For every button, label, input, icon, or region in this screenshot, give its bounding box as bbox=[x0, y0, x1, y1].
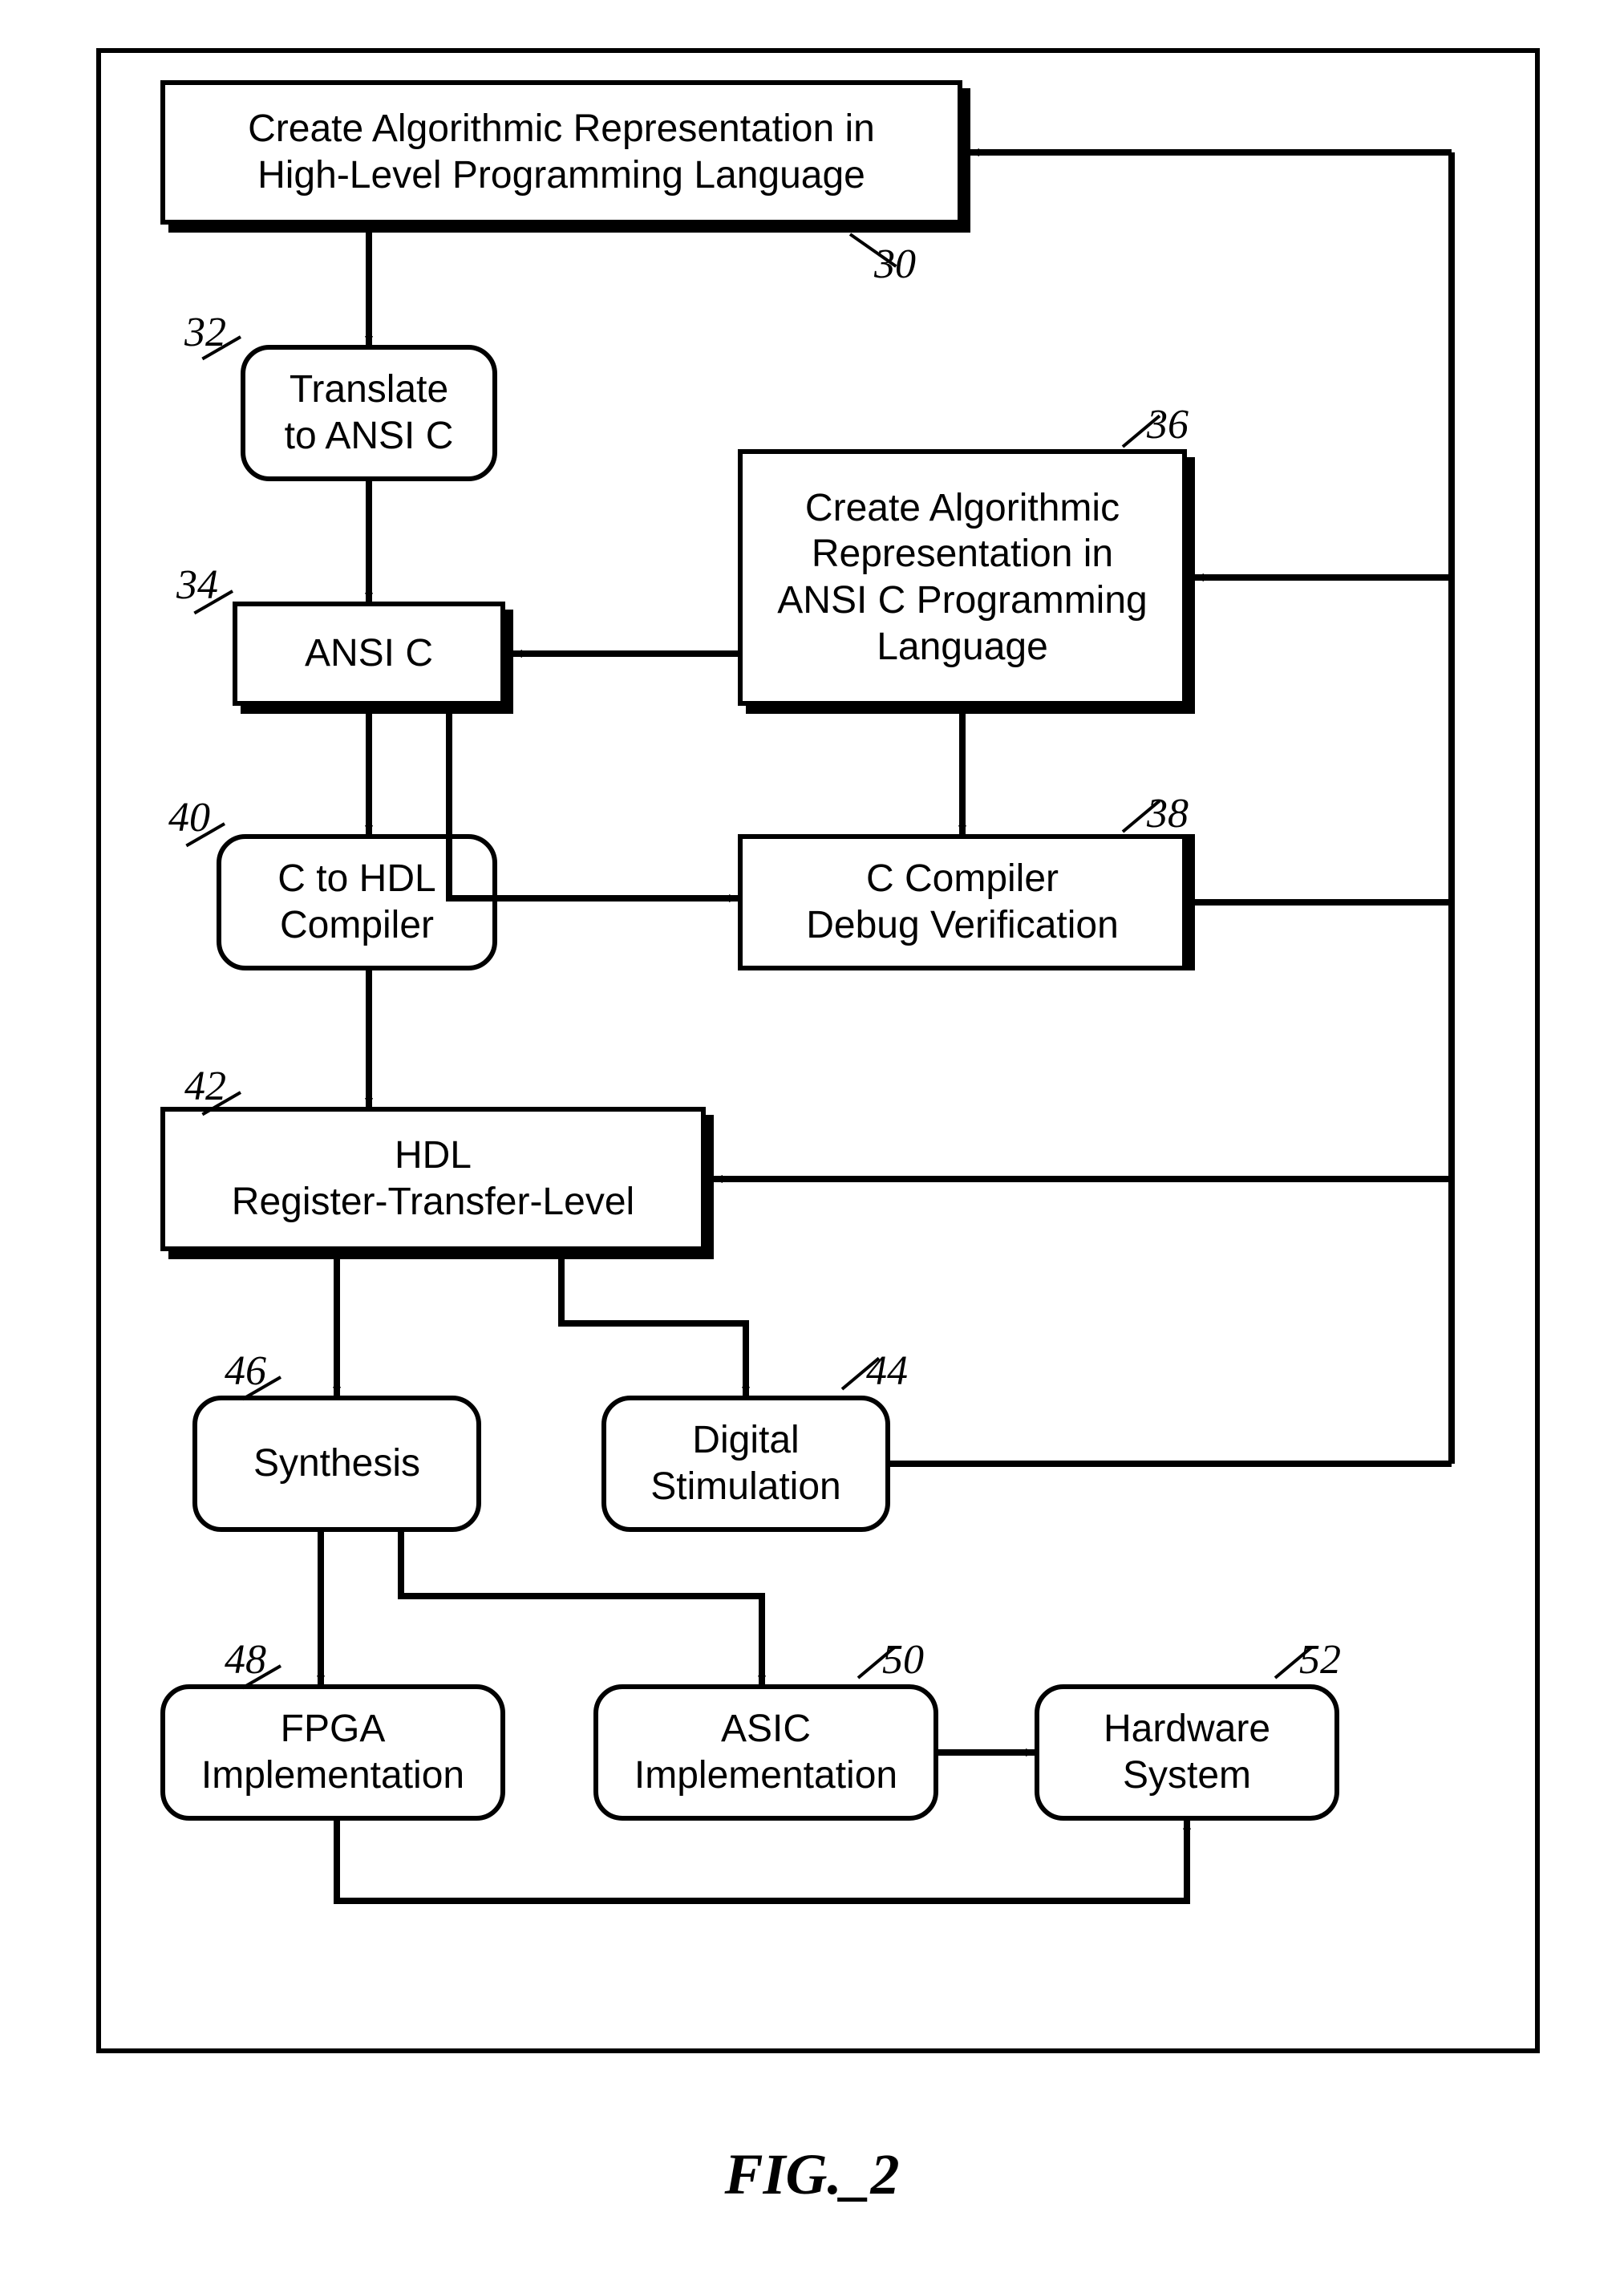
node-c-compiler-debug: C CompilerDebug Verification bbox=[738, 834, 1187, 970]
node-c-to-hdl: C to HDLCompiler bbox=[217, 834, 497, 970]
figure-caption: FIG._2 bbox=[0, 2141, 1624, 2208]
node-translate-ansi-c: Translateto ANSI C bbox=[241, 345, 497, 481]
node-text: HardwareSystem bbox=[1104, 1706, 1270, 1798]
ref-52: 52 bbox=[1299, 1636, 1341, 1684]
ref-50: 50 bbox=[882, 1636, 924, 1684]
node-text: Create Algorithmic Representation inHigh… bbox=[248, 106, 875, 198]
node-text: C CompilerDebug Verification bbox=[806, 856, 1119, 948]
node-ansi-c: ANSI C bbox=[233, 602, 505, 706]
node-hardware-system: HardwareSystem bbox=[1035, 1684, 1339, 1821]
node-text: DigitalStimulation bbox=[650, 1417, 840, 1509]
node-text: Translateto ANSI C bbox=[285, 367, 454, 459]
node-text: ASICImplementation bbox=[634, 1706, 897, 1798]
node-asic-impl: ASICImplementation bbox=[593, 1684, 938, 1821]
node-text: FPGAImplementation bbox=[201, 1706, 464, 1798]
ref-36: 36 bbox=[1147, 401, 1189, 448]
node-text: ANSI C bbox=[305, 630, 433, 677]
node-fpga-impl: FPGAImplementation bbox=[160, 1684, 505, 1821]
diagram-canvas: Create Algorithmic Representation inHigh… bbox=[0, 0, 1624, 2269]
node-text: HDLRegister-Transfer-Level bbox=[232, 1132, 634, 1225]
node-synthesis: Synthesis bbox=[192, 1396, 481, 1532]
ref-44: 44 bbox=[866, 1347, 908, 1395]
node-text: Create AlgorithmicRepresentation inANSI … bbox=[777, 485, 1147, 670]
node-digital-stimulation: DigitalStimulation bbox=[601, 1396, 890, 1532]
node-text: C to HDLCompiler bbox=[277, 856, 435, 948]
node-create-ansi-c: Create AlgorithmicRepresentation inANSI … bbox=[738, 449, 1187, 706]
ref-38: 38 bbox=[1147, 790, 1189, 837]
node-create-high-level: Create Algorithmic Representation inHigh… bbox=[160, 80, 962, 225]
node-hdl-rtl: HDLRegister-Transfer-Level bbox=[160, 1107, 706, 1251]
node-text: Synthesis bbox=[253, 1440, 420, 1487]
